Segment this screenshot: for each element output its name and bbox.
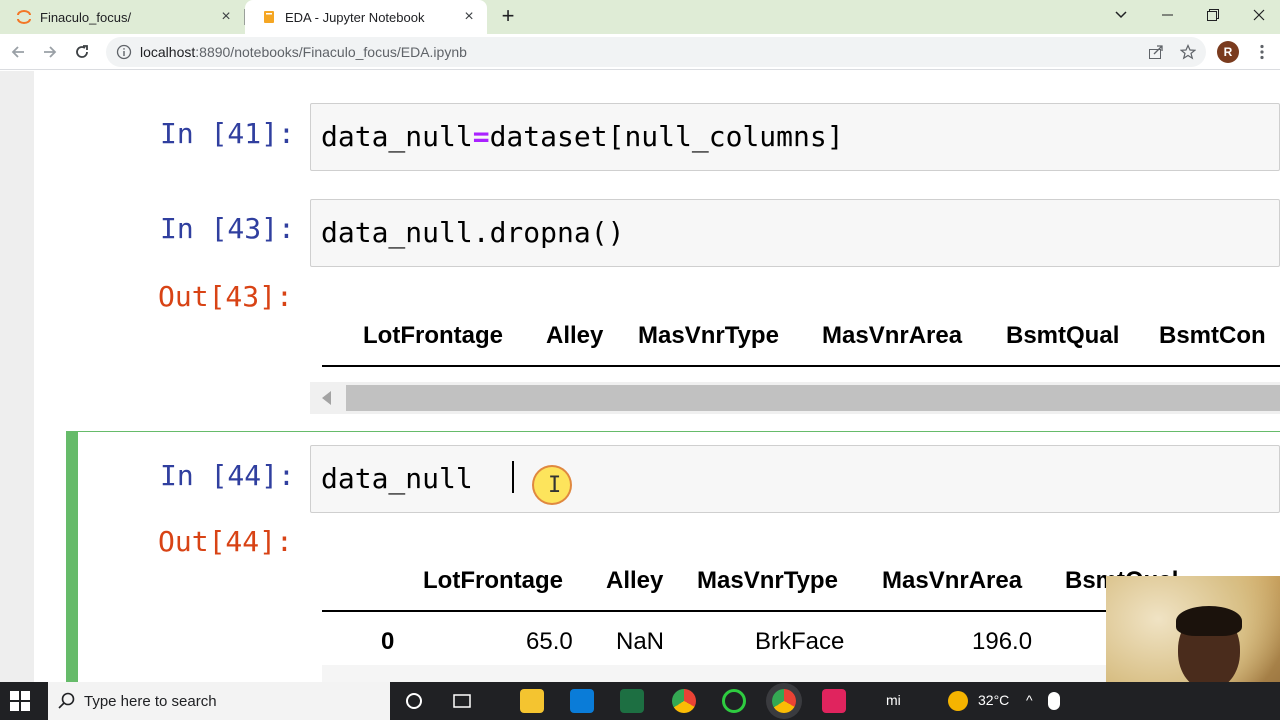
code-text[interactable]: data_null.dropna() [321,216,624,249]
assignment-operator: = [472,120,490,153]
minimize-button[interactable] [1144,0,1190,30]
search-placeholder: Type here to search [84,692,217,710]
file-explorer-icon[interactable] [520,689,544,713]
share-icon[interactable] [1144,40,1168,64]
url-path: :8890/notebooks/Finaculo_focus/EDA.ipynb [195,44,467,60]
search-icon [58,692,76,715]
table-header-rule [322,365,1280,367]
table-cell: 196.0 [972,628,1033,655]
excel-icon[interactable] [620,689,644,713]
table-cell: BrkFace [755,628,845,655]
tab-search-icon[interactable] [1098,0,1144,30]
input-prompt: In [44]: [160,459,295,492]
notebook-container: In [41]: data_null=dataset[null_columns]… [0,71,1280,682]
app-icon[interactable] [722,689,746,713]
store-icon[interactable] [570,689,594,713]
column-header: LotFrontage [423,567,563,594]
address-bar[interactable]: localhost:8890/notebooks/Finaculo_focus/… [106,37,1206,67]
code-cell-input[interactable]: data_null=dataset[null_columns] [310,103,1280,171]
column-header: Alley [606,567,664,594]
temperature-readout: 32°C [978,692,1010,708]
input-prompt: In [43]: [160,212,295,245]
scroll-left-icon[interactable] [322,391,331,405]
table-cell: 65.0 [526,628,573,655]
ibeam-cursor-icon: I [548,473,562,498]
text-caret [512,461,514,493]
code-text[interactable]: data_null=dataset[null_columns] [321,120,844,153]
output-prompt: Out[43]: [158,280,293,313]
jupyter-icon [16,9,32,25]
weather-icon [948,691,968,711]
tab-eda-notebook[interactable]: EDA - Jupyter Notebook × [245,0,487,34]
windows-taskbar: Type here to search mi 32°C ^ [0,682,1280,720]
scrollbar-thumb[interactable] [346,385,1280,411]
column-header: MasVnrArea [882,567,1023,594]
tab-title: EDA - Jupyter Notebook [285,9,425,25]
profile-avatar[interactable]: R [1217,41,1239,63]
task-view-icon[interactable] [450,689,474,713]
column-header: MasVnrType [638,322,779,349]
input-prompt: In [41]: [160,117,295,150]
horizontal-scrollbar[interactable] [310,382,1280,414]
cortana-icon[interactable] [402,689,426,713]
restore-button[interactable] [1190,0,1236,30]
output-prompt: Out[44]: [158,525,293,558]
url-host: localhost [140,44,196,60]
site-info-icon[interactable] [116,44,132,60]
selected-cell-indicator [66,431,78,682]
back-button[interactable] [6,40,30,64]
row-index: 0 [381,628,395,655]
column-header: MasVnrArea [822,322,963,349]
chrome-profile-icon[interactable] [772,689,796,713]
column-header: LotFrontage [363,322,503,349]
column-header: BsmtCon [1159,322,1266,349]
notebook-page: In [41]: data_null=dataset[null_columns]… [34,71,1280,682]
media-app-icon[interactable] [822,689,846,713]
menu-kebab-icon[interactable] [1250,40,1274,64]
close-window-button[interactable] [1236,0,1280,30]
column-header: MasVnrType [697,567,838,594]
code-text[interactable]: data_null [321,462,473,495]
mi-tray-icon[interactable]: mi [886,692,901,708]
code-cell-input-active[interactable]: data_null [310,445,1280,513]
column-header: Alley [546,322,604,349]
browser-tab-strip: Finaculo_focus/ × EDA - Jupyter Notebook… [0,0,1280,34]
browser-toolbar: localhost:8890/notebooks/Finaculo_focus/… [0,34,1280,70]
microphone-icon[interactable] [1048,692,1060,710]
close-tab-icon[interactable]: × [218,9,234,25]
notebook-icon [261,9,277,25]
tab-title: Finaculo_focus/ [40,9,132,25]
tray-expand-icon[interactable]: ^ [1026,692,1033,708]
presenter-hair [1176,606,1242,636]
new-tab-button[interactable]: + [496,5,520,29]
tab-finaculo-focus[interactable]: Finaculo_focus/ × [0,0,244,34]
page-gutter [0,71,34,682]
url-text: localhost:8890/notebooks/Finaculo_focus/… [140,44,467,60]
taskbar-search-box[interactable]: Type here to search [48,682,390,720]
table-cell: NaN [616,628,665,655]
forward-button[interactable] [38,40,62,64]
close-tab-icon[interactable]: × [461,9,477,25]
code-part: data_null [321,120,473,153]
bookmark-star-icon[interactable] [1176,40,1200,64]
reload-button[interactable] [70,40,94,64]
chrome-icon[interactable] [672,689,696,713]
column-header: BsmtQual [1006,322,1120,349]
code-part: dataset[null_columns] [489,120,844,153]
windows-start-icon[interactable] [10,691,30,711]
code-cell-input[interactable]: data_null.dropna() [310,199,1280,267]
